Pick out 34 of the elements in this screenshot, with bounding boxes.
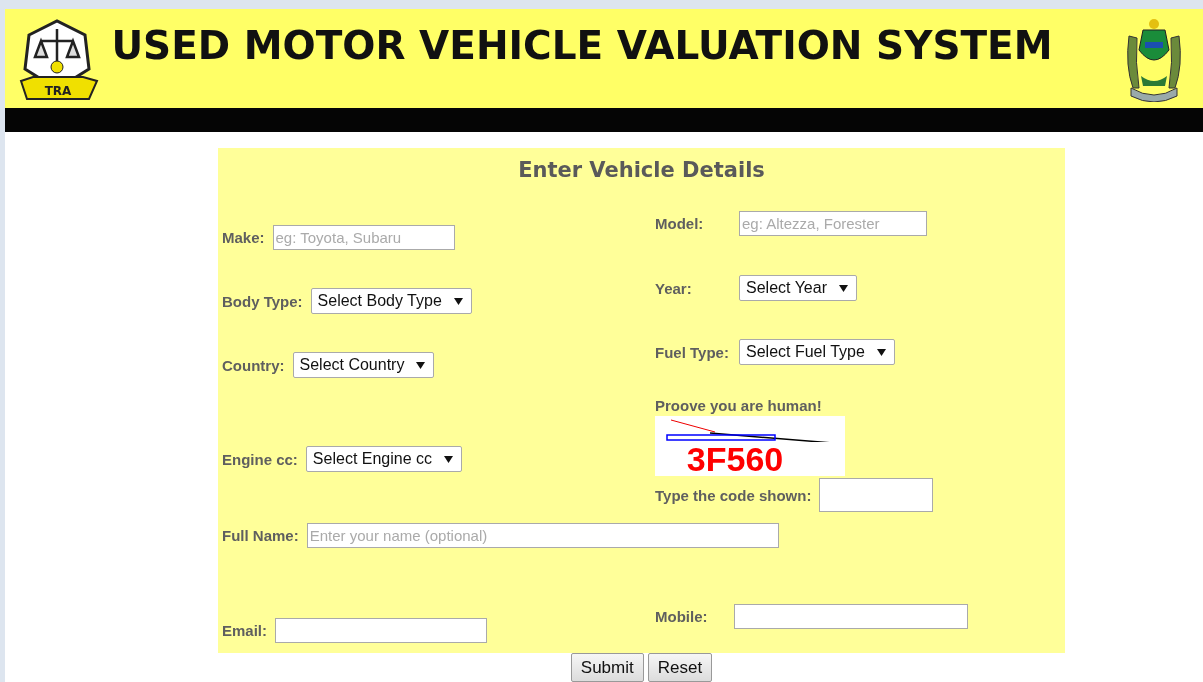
field-label: Fuel Type: (655, 343, 730, 361)
text-field[interactable]: eg: Altezza, Forester (739, 211, 927, 236)
field-label: Engine cc: (222, 450, 298, 468)
field-label: Model: (655, 215, 705, 232)
field-label: Full Name: (222, 527, 299, 544)
text-field[interactable]: eg: Toyota, Subaru (272, 224, 455, 250)
reset-button[interactable]: Reset (647, 653, 713, 682)
field-label: Country: (222, 356, 285, 374)
captcha-heading: Proove you are human! (655, 397, 823, 414)
caret-icon (416, 361, 426, 369)
caret-icon (876, 348, 886, 356)
text-field[interactable] (733, 604, 968, 629)
select-dropdown[interactable]: Select Fuel Type (739, 339, 895, 365)
site-title: USED MOTOR VEHICLE VALUATION SYSTEM (110, 23, 1054, 68)
captcha-code: 3F560 (686, 442, 784, 476)
field-label: Type the code shown: (655, 486, 812, 504)
logo-text: TRA (44, 83, 72, 98)
select-dropdown[interactable]: Select Country (292, 352, 435, 378)
select-dropdown[interactable]: Select Engine cc (305, 446, 463, 472)
field-label: Email: (222, 622, 267, 639)
text-field[interactable] (275, 618, 487, 643)
field-label: Mobile: (655, 608, 708, 625)
caret-icon (838, 284, 848, 292)
form-title: Enter Vehicle Details (517, 158, 766, 182)
caret-icon (444, 455, 454, 463)
captcha-input-field[interactable] (819, 478, 934, 512)
field-label: Body Type: (222, 292, 303, 310)
field-label: Make: (222, 228, 265, 246)
submit-button[interactable]: Submit (570, 653, 644, 682)
select-dropdown[interactable]: Select Body Type (310, 288, 472, 314)
field-label: Year: (655, 279, 693, 297)
select-dropdown[interactable]: Select Year (739, 275, 857, 301)
caret-icon (453, 297, 463, 305)
text-field[interactable]: Enter your name (optional) (306, 523, 779, 548)
